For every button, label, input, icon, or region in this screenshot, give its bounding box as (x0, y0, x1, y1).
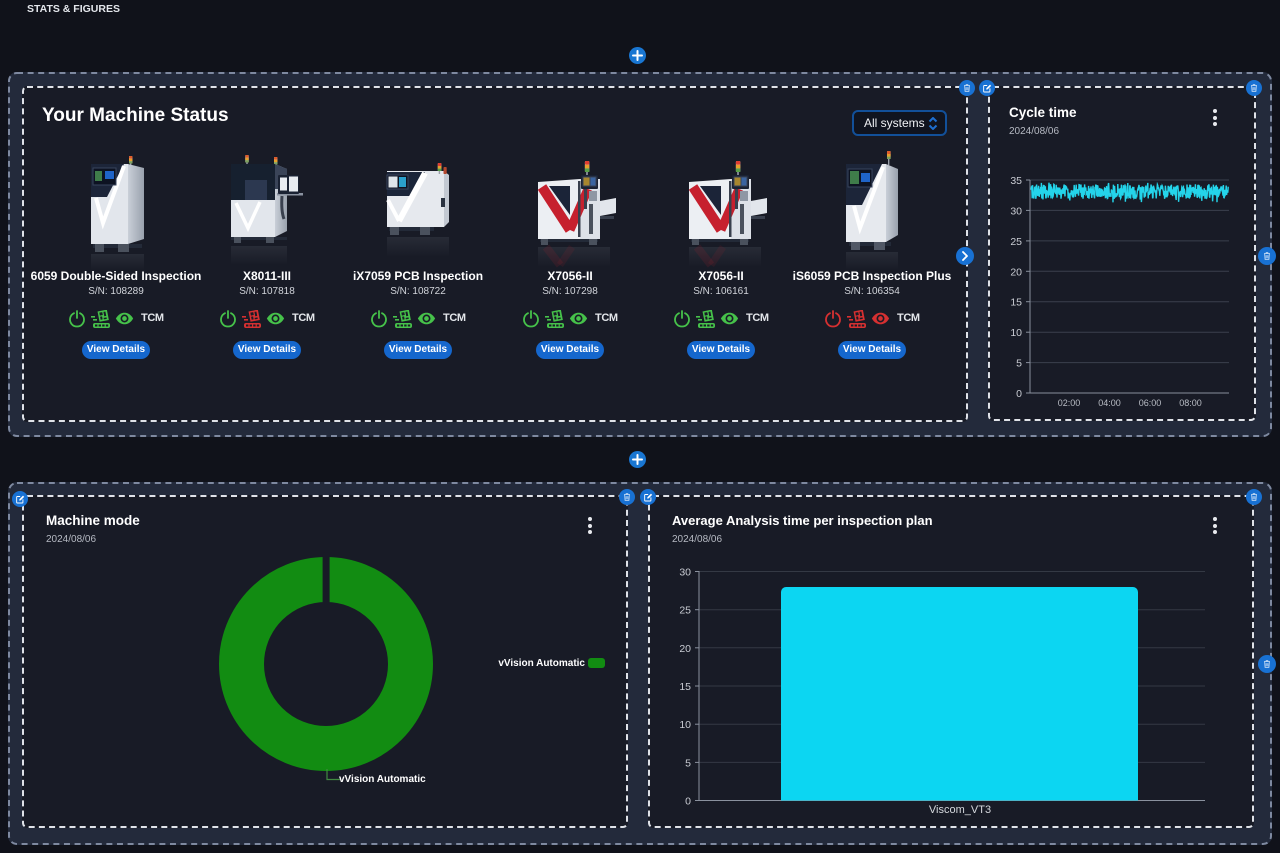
svg-text:15: 15 (1010, 297, 1022, 309)
svg-text:02:00: 02:00 (1058, 398, 1081, 408)
svg-text:5: 5 (685, 757, 691, 769)
svg-text:Viscom_VT3: Viscom_VT3 (929, 804, 991, 816)
svg-text:06:00: 06:00 (1139, 398, 1162, 408)
svg-text:35: 35 (1010, 175, 1022, 187)
svg-text:08:00: 08:00 (1179, 398, 1202, 408)
svg-text:20: 20 (679, 643, 691, 655)
svg-text:15: 15 (679, 681, 691, 693)
svg-text:04:00: 04:00 (1098, 398, 1121, 408)
svg-text:30: 30 (1010, 205, 1022, 217)
svg-text:10: 10 (1010, 327, 1022, 339)
svg-text:10: 10 (679, 719, 691, 731)
svg-text:20: 20 (1010, 266, 1022, 278)
svg-text:0: 0 (685, 796, 691, 808)
svg-text:5: 5 (1016, 358, 1022, 370)
svg-text:25: 25 (1010, 236, 1022, 248)
svg-text:0: 0 (1016, 388, 1022, 400)
svg-text:30: 30 (679, 567, 691, 579)
svg-text:25: 25 (679, 605, 691, 617)
